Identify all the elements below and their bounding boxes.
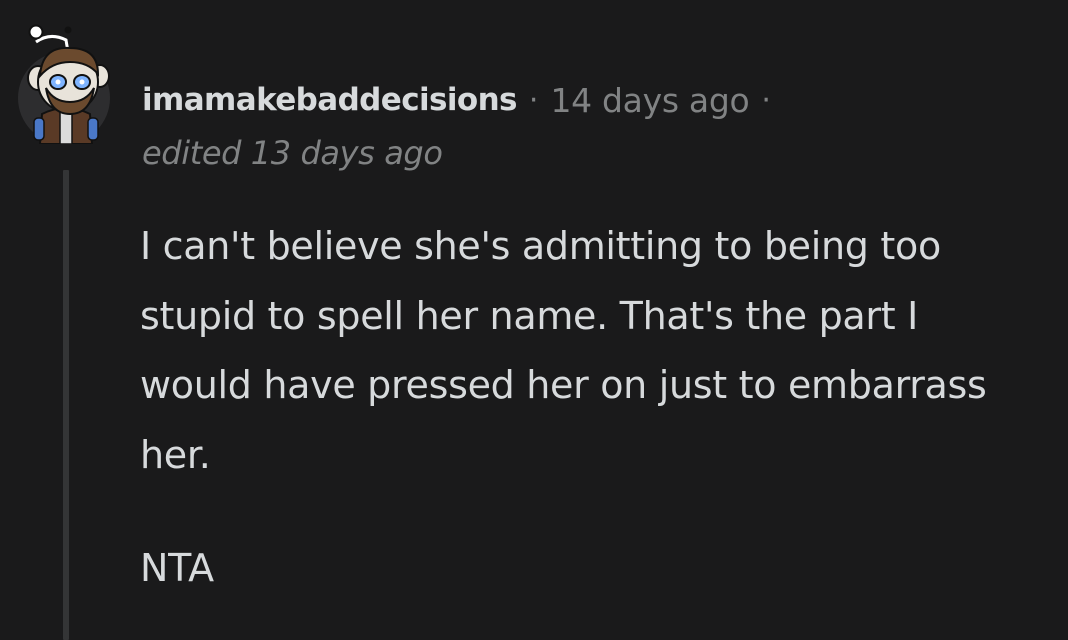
username-link[interactable]: imamakebaddecisions (142, 82, 517, 118)
separator-dot: · (761, 82, 771, 118)
comment: imamakebaddecisions · 14 days ago · edit… (0, 0, 1068, 640)
snoo-avatar-icon (18, 24, 110, 145)
separator-dot: · (528, 82, 539, 118)
avatar[interactable] (16, 18, 120, 145)
timestamp-link[interactable]: 14 days ago (550, 81, 749, 120)
comment-body: I can't believe she's admitting to being… (140, 212, 1040, 604)
edited-label: edited 13 days ago (142, 134, 443, 172)
comment-paragraph: I can't believe she's admitting to being… (140, 224, 987, 477)
comment-paragraph: NTA (140, 546, 214, 590)
thread-line[interactable] (63, 170, 69, 640)
comment-meta: imamakebaddecisions · 14 days ago · (142, 78, 783, 122)
